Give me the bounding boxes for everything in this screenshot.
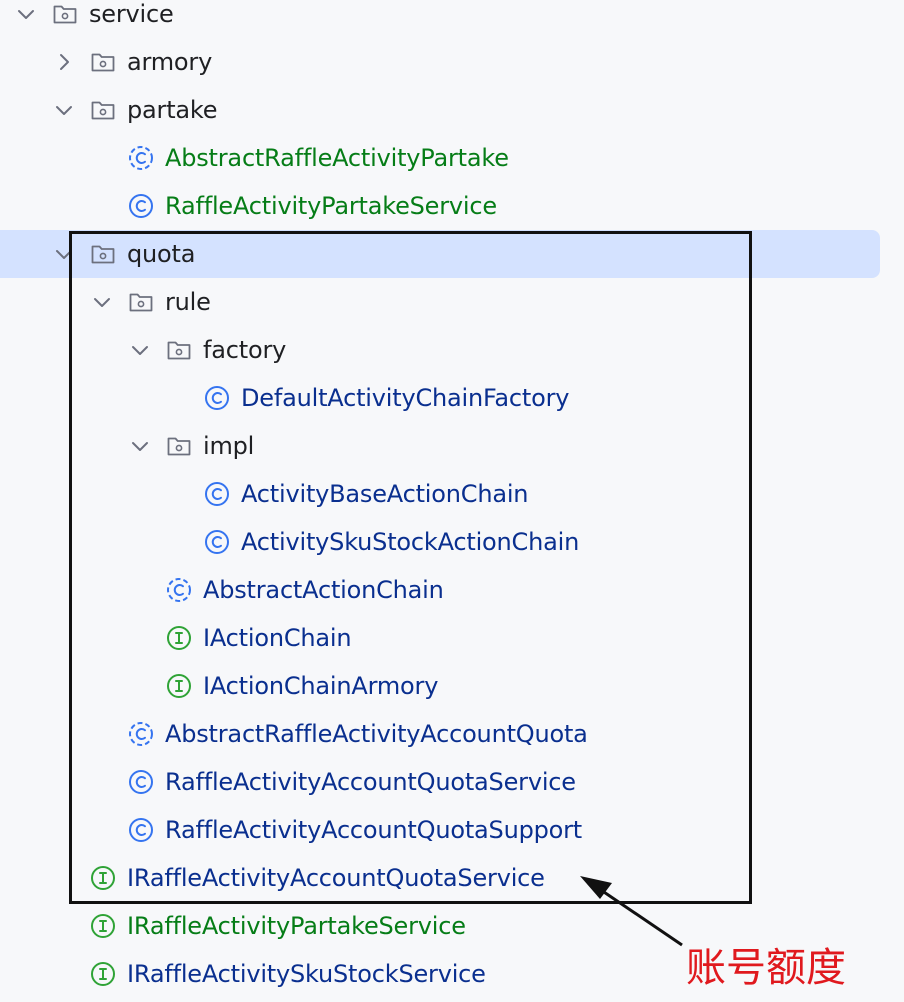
tree-row-factory[interactable]: factory (0, 326, 904, 374)
tree-row-raffleactivityaccountquotaservice[interactable]: RaffleActivityAccountQuotaService (0, 758, 904, 806)
tree-row-partake[interactable]: partake (0, 86, 904, 134)
annotation-label: 账号额度 (686, 945, 846, 991)
class-icon (128, 769, 154, 795)
tree-row-abstractactionchain[interactable]: AbstractActionChain (0, 566, 904, 614)
interface-icon (90, 913, 116, 939)
tree-row-label: DefaultActivityChainFactory (241, 384, 570, 412)
tree-row-label: IActionChain (203, 624, 352, 652)
class-icon (128, 817, 154, 843)
tree-row-abstractraffleactivitypartake[interactable]: AbstractRaffleActivityPartake (0, 134, 904, 182)
package-folder-icon (90, 241, 116, 267)
chevron-down-icon[interactable] (128, 434, 152, 458)
project-tree: service armory partake AbstractRaffleActivi… (0, 0, 904, 1002)
package-folder-icon (166, 433, 192, 459)
tree-row-label: rule (165, 288, 211, 316)
tree-row-activitybaseactionchain[interactable]: ActivityBaseActionChain (0, 470, 904, 518)
abstract-class-icon (128, 145, 154, 171)
chevron-down-icon[interactable] (90, 290, 114, 314)
tree-row-iraffleactivityaccountquotaservice[interactable]: IRaffleActivityAccountQuotaService (0, 854, 904, 902)
class-icon (204, 481, 230, 507)
package-folder-icon (90, 97, 116, 123)
tree-row-label: impl (203, 432, 255, 460)
interface-icon (90, 865, 116, 891)
tree-row-label: ActivitySkuStockActionChain (241, 528, 580, 556)
tree-row-defaultactivitychainfactory[interactable]: DefaultActivityChainFactory (0, 374, 904, 422)
tree-row-iactionchain[interactable]: IActionChain (0, 614, 904, 662)
tree-row-label: partake (127, 96, 218, 124)
tree-row-impl[interactable]: impl (0, 422, 904, 470)
tree-row-quota[interactable]: quota (0, 230, 904, 278)
tree-row-label: RaffleActivityPartakeService (165, 192, 497, 220)
tree-row-label: AbstractRaffleActivityAccountQuota (165, 720, 588, 748)
chevron-down-icon[interactable] (128, 338, 152, 362)
tree-row-label: RaffleActivityAccountQuotaService (165, 768, 576, 796)
tree-row-service[interactable]: service (0, 0, 904, 38)
tree-row-rule[interactable]: rule (0, 278, 904, 326)
tree-row-label: quota (127, 240, 196, 268)
interface-icon (166, 625, 192, 651)
class-icon (204, 529, 230, 555)
chevron-down-icon[interactable] (52, 242, 76, 266)
class-icon (204, 385, 230, 411)
tree-row-armory[interactable]: armory (0, 38, 904, 86)
tree-row-raffleactivityaccountquotasupport[interactable]: RaffleActivityAccountQuotaSupport (0, 806, 904, 854)
interface-icon (166, 673, 192, 699)
abstract-class-icon (128, 721, 154, 747)
tree-row-label: factory (203, 336, 287, 364)
tree-row-label: RaffleActivityAccountQuotaSupport (165, 816, 583, 844)
tree-row-raffleactivitypartakeservice[interactable]: RaffleActivityPartakeService (0, 182, 904, 230)
tree-row-label: IRaffleActivityAccountQuotaService (127, 864, 545, 892)
tree-row-label: IRaffleActivitySkuStockService (127, 960, 486, 988)
package-folder-icon (166, 337, 192, 363)
interface-icon (90, 961, 116, 987)
abstract-class-icon (166, 577, 192, 603)
chevron-down-icon[interactable] (52, 98, 76, 122)
tree-row-abstractraffleactivityaccountquota[interactable]: AbstractRaffleActivityAccountQuota (0, 710, 904, 758)
tree-row-label: ActivityBaseActionChain (241, 480, 529, 508)
tree-row-label: AbstractActionChain (203, 576, 444, 604)
tree-row-label: service (89, 0, 174, 28)
chevron-down-icon[interactable] (14, 2, 38, 26)
class-icon (128, 193, 154, 219)
package-folder-icon (128, 289, 154, 315)
tree-row-label: IActionChainArmory (203, 672, 439, 700)
package-folder-icon (52, 1, 78, 27)
tree-row-label: AbstractRaffleActivityPartake (165, 144, 509, 172)
package-folder-icon (90, 49, 116, 75)
tree-row-label: armory (127, 48, 213, 76)
tree-row-activityskustockactionchain[interactable]: ActivitySkuStockActionChain (0, 518, 904, 566)
chevron-right-icon[interactable] (52, 50, 76, 74)
tree-row-label: IRaffleActivityPartakeService (127, 912, 466, 940)
tree-row-iactionchainarmory[interactable]: IActionChainArmory (0, 662, 904, 710)
